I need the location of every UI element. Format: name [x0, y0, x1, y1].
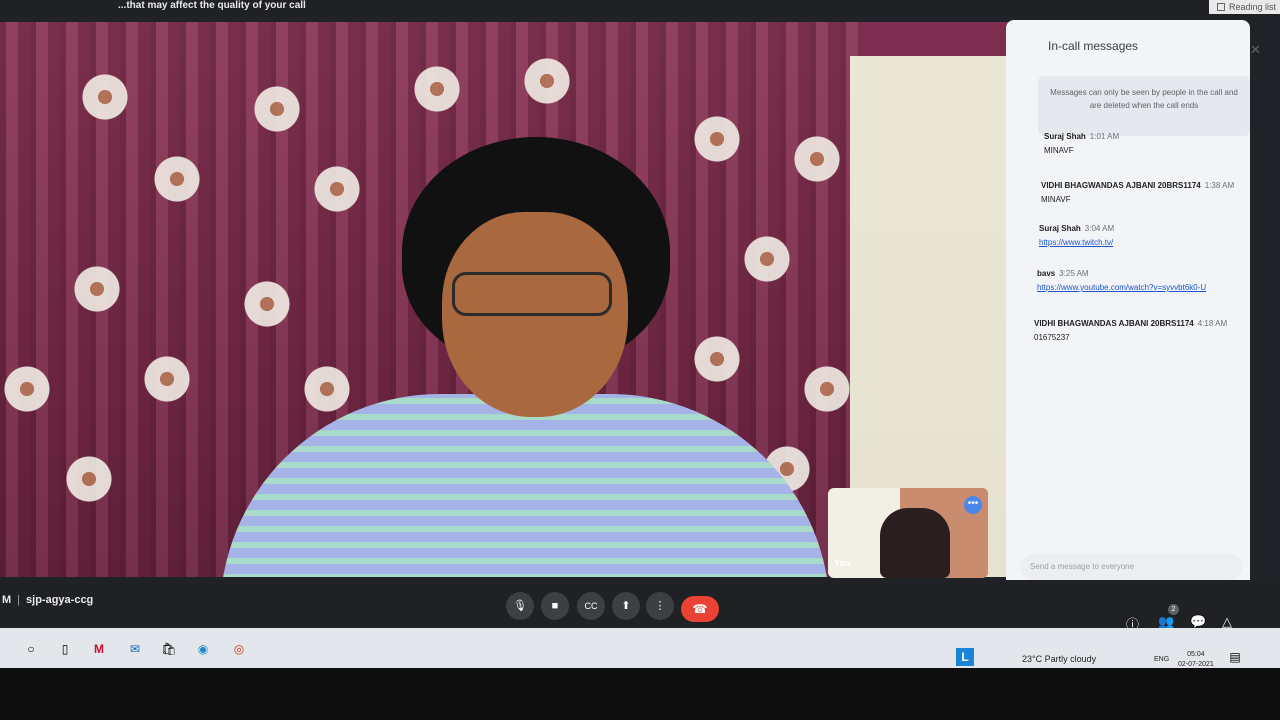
flower-pattern [310, 162, 364, 216]
flower-pattern [250, 82, 304, 136]
close-icon[interactable]: ✕ [1250, 42, 1261, 58]
flower-pattern [690, 332, 744, 386]
chat-message: Suraj Shah 3:04 AM https://www.twitch.tv/ [1039, 224, 1114, 247]
flower-pattern [240, 277, 294, 331]
message-time: 1:38 AM [1204, 181, 1235, 190]
reading-list-icon [1216, 3, 1225, 11]
microphone-button[interactable]: 🎙 [506, 592, 534, 620]
message-time: 4:18 AM [1197, 319, 1228, 328]
meeting-code: sjp-agya-ccg [26, 594, 94, 606]
reading-list-button[interactable]: Reading list [1208, 0, 1280, 14]
message-sender: VIDHI BHAGWANDAS AJBANI 20BRS1174 [1041, 181, 1201, 190]
windows-taskbar: ○ ▯ M ✉ 🛍 ◉ ◎ L 23°C Partly cloudy ENG 0… [0, 628, 1280, 670]
chat-notice: Messages can only be seen by people in t… [1038, 76, 1250, 136]
flower-pattern [300, 362, 354, 416]
flower-pattern [690, 112, 744, 166]
flower-pattern [150, 152, 204, 206]
meeting-time: M [2, 594, 12, 606]
self-view-tile[interactable]: You ••• [828, 488, 988, 578]
message-link[interactable]: https://www.twitch.tv/ [1039, 238, 1114, 247]
chrome-icon[interactable]: ◎ [230, 640, 248, 658]
edge-icon[interactable]: ◉ [194, 640, 212, 658]
message-sender: Suraj Shah [1044, 132, 1086, 141]
self-view-label: You [834, 558, 851, 568]
flower-pattern [70, 262, 124, 316]
language-indicator[interactable]: ENG [1154, 656, 1169, 663]
participant-count-badge: 2 [1168, 604, 1179, 615]
notifications-icon[interactable]: ▤ [1226, 648, 1244, 666]
weather-widget[interactable]: 23°C Partly cloudy [1022, 654, 1096, 664]
chat-message: VIDHI BHAGWANDAS AJBANI 20BRS1174 1:38 AM… [1041, 181, 1234, 204]
app-tray-icon[interactable]: L [956, 648, 974, 666]
message-text: 01675237 [1034, 333, 1070, 342]
chat-message: VIDHI BHAGWANDAS AJBANI 20BRS1174 4:18 AM… [1034, 319, 1227, 342]
message-time: 3:25 AM [1059, 269, 1089, 278]
message-time: 1:01 AM [1089, 132, 1120, 141]
control-bar: M | sjp-agya-ccg 🎙 ■ CC ⬆ ⋮ ☎ ⓘ 👥 2 💬 △ [0, 580, 1280, 632]
store-icon[interactable]: 🛍 [160, 640, 178, 658]
more-vert-icon: ⋮ [654, 600, 666, 612]
screen: ...that may affect the quality of your c… [0, 0, 1280, 720]
message-sender: VIDHI BHAGWANDAS AJBANI 20BRS1174 [1034, 319, 1194, 328]
chat-title: In-call messages [1048, 39, 1139, 53]
message-link[interactable]: https://www.youtube.com/watch?v=syvvbt6k… [1037, 283, 1206, 292]
reading-list-label: Reading list [1228, 2, 1276, 12]
flower-pattern [800, 362, 854, 416]
chat-message: bavs 3:25 AM https://www.youtube.com/watc… [1037, 269, 1206, 292]
participant-glasses [452, 272, 612, 316]
flower-pattern [410, 62, 464, 116]
connection-warning: ...that may affect the quality of your c… [118, 0, 306, 11]
mcafee-icon[interactable]: M [90, 640, 108, 658]
more-options-icon[interactable]: ••• [964, 496, 982, 514]
message-time: 3:04 AM [1084, 224, 1115, 233]
captions-button[interactable]: CC [577, 592, 605, 620]
camera-button[interactable]: ■ [541, 592, 569, 620]
mail-icon[interactable]: ✉ [126, 640, 144, 658]
message-text: MINAVF [1044, 146, 1074, 155]
chat-panel: In-call messages ✕ Messages can only be … [1006, 20, 1261, 592]
clock-time: 05:04 [1187, 651, 1205, 658]
message-sender: Suraj Shah [1039, 224, 1081, 233]
present-screen-icon: ⬆ [621, 600, 631, 612]
captions-icon: CC [584, 601, 598, 611]
flower-pattern [520, 54, 574, 108]
chat-message-input[interactable]: Send a message to everyone [1020, 554, 1242, 580]
hang-up-icon: ☎ [692, 602, 708, 616]
end-call-button[interactable]: ☎ [681, 596, 719, 622]
monitor-bezel [0, 668, 1280, 720]
flower-pattern [78, 70, 132, 124]
system-clock[interactable]: 05:04 02-07-2021 [1178, 650, 1214, 670]
search-icon[interactable]: ○ [22, 640, 40, 658]
camera-icon: ■ [551, 600, 559, 612]
more-options-button[interactable]: ⋮ [646, 592, 674, 620]
flower-pattern [140, 352, 194, 406]
present-button[interactable]: ⬆ [612, 592, 640, 620]
task-view-icon[interactable]: ▯ [56, 640, 74, 658]
flower-pattern [0, 362, 54, 416]
flower-pattern [790, 132, 844, 186]
flower-pattern [740, 232, 794, 286]
message-sender: bavs [1037, 269, 1056, 278]
meeting-info: M | sjp-agya-ccg [2, 594, 94, 606]
message-text: MINAVF [1041, 195, 1071, 204]
self-view-figure [880, 508, 950, 578]
flower-pattern [62, 452, 116, 506]
chat-message: Suraj Shah 1:01 AM MINAVF [1044, 132, 1119, 155]
top-banner: ...that may affect the quality of your c… [0, 0, 1280, 16]
microphone-icon: 🎙 [513, 600, 527, 612]
